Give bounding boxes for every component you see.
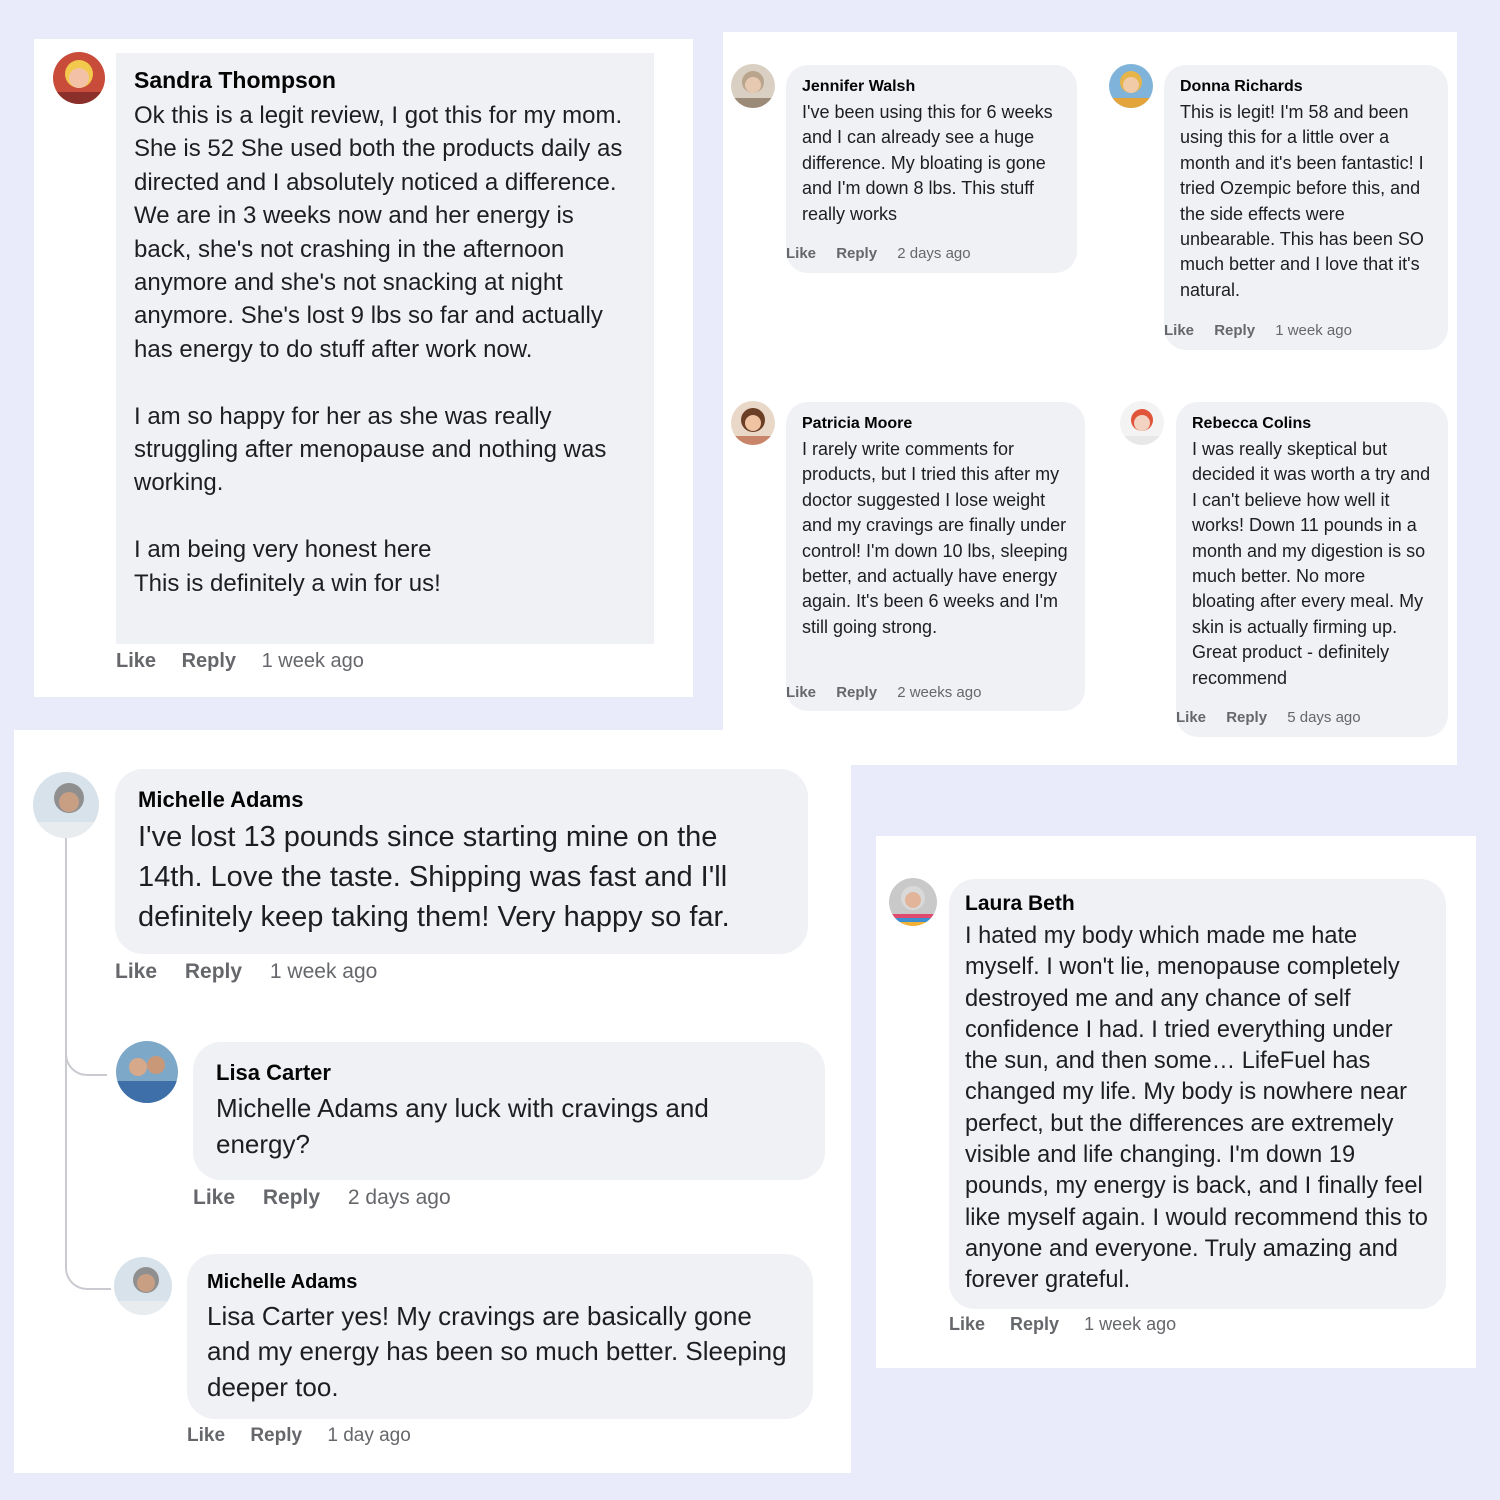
like-button[interactable]: Like	[949, 1314, 985, 1335]
like-button[interactable]: Like	[116, 650, 156, 673]
comment-text: Lisa Carter yes! My cravings are basical…	[207, 1301, 787, 1402]
comment-bubble: Laura Beth I hated my body which made me…	[949, 879, 1446, 1309]
user-avatar-icon	[1109, 64, 1153, 108]
comment-bubble: Patricia Moore I rarely write comments f…	[786, 402, 1085, 711]
comment-text: I rarely write comments for products, bu…	[802, 439, 1068, 637]
avatar[interactable]	[116, 1041, 178, 1103]
comment-bubble: Lisa Carter Michelle Adams any luck with…	[193, 1042, 825, 1180]
comment-author[interactable]: Donna Richards	[1180, 77, 1432, 97]
comment-text: I've lost 13 pounds since starting mine …	[138, 821, 730, 933]
comment-actions: Like Reply 5 days ago	[1176, 709, 1361, 726]
comment-timestamp: 1 week ago	[261, 650, 364, 672]
reply-button[interactable]: Reply	[182, 650, 236, 673]
comment-timestamp: 1 day ago	[327, 1425, 411, 1446]
reply-thread-connector	[65, 834, 67, 1074]
comment-timestamp: 2 weeks ago	[897, 684, 982, 701]
comment-timestamp: 1 week ago	[1084, 1314, 1177, 1334]
like-button[interactable]: Like	[193, 1186, 235, 1210]
comment-text: Michelle Adams any luck with cravings an…	[216, 1093, 709, 1159]
reply-button[interactable]: Reply	[250, 1425, 302, 1447]
comment-actions: Like Reply 1 week ago	[115, 960, 377, 984]
user-avatar-icon	[731, 401, 775, 445]
comment-author[interactable]: Laura Beth	[965, 892, 1430, 916]
comment-author[interactable]: Michelle Adams	[138, 786, 785, 814]
user-avatar-icon	[1120, 401, 1164, 445]
comment-timestamp: 2 days ago	[897, 245, 971, 262]
like-button[interactable]: Like	[187, 1425, 225, 1447]
user-avatar-icon	[116, 1041, 178, 1103]
like-button[interactable]: Like	[786, 245, 816, 262]
like-button[interactable]: Like	[786, 684, 816, 701]
avatar[interactable]	[1109, 64, 1153, 108]
reply-button[interactable]: Reply	[1214, 322, 1255, 339]
reply-thread-connector	[65, 1046, 107, 1076]
comment-timestamp: 1 week ago	[269, 960, 378, 983]
comment-actions: Like Reply 1 day ago	[187, 1425, 411, 1447]
comment-bubble: Michelle Adams I've lost 13 pounds since…	[115, 769, 808, 954]
review-card-thread: Michelle Adams I've lost 13 pounds since…	[14, 730, 851, 1473]
comment-actions: Like Reply 2 days ago	[193, 1186, 451, 1210]
reply-thread-connector	[65, 1074, 111, 1290]
comment-timestamp: 5 days ago	[1287, 709, 1361, 726]
avatar[interactable]	[53, 52, 105, 104]
comment-text: I was really skeptical but decided it wa…	[1192, 439, 1431, 688]
user-avatar-icon	[731, 64, 775, 108]
review-card-grid: Jennifer Walsh I've been using this for …	[723, 32, 1457, 765]
like-button[interactable]: Like	[115, 960, 157, 984]
comment-bubble: Rebecca Colins I was really skeptical bu…	[1176, 402, 1448, 737]
user-avatar-icon	[889, 878, 937, 926]
comment-author[interactable]: Jennifer Walsh	[802, 77, 1061, 97]
user-avatar-icon	[53, 52, 105, 104]
comment-actions: Like Reply 1 week ago	[949, 1314, 1176, 1335]
reply-button[interactable]: Reply	[1226, 709, 1267, 726]
comment-actions: Like Reply 1 week ago	[116, 650, 364, 673]
comment-author[interactable]: Michelle Adams	[207, 1269, 793, 1295]
avatar[interactable]	[731, 401, 775, 445]
comment-bubble: Sandra Thompson Ok this is a legit revie…	[116, 53, 654, 644]
comment-author[interactable]: Patricia Moore	[802, 414, 1069, 434]
comment-timestamp: 2 days ago	[347, 1186, 451, 1209]
avatar[interactable]	[1120, 401, 1164, 445]
comment-text: I've been using this for 6 weeks and I c…	[802, 102, 1053, 224]
comment-actions: Like Reply 2 days ago	[786, 245, 971, 262]
comment-actions: Like Reply 1 week ago	[1164, 322, 1352, 339]
reply-button[interactable]: Reply	[263, 1186, 320, 1210]
reply-button[interactable]: Reply	[185, 960, 242, 984]
comment-text: This is legit! I'm 58 and been using thi…	[1180, 102, 1424, 300]
comment-timestamp: 1 week ago	[1275, 322, 1352, 339]
comment-bubble: Donna Richards This is legit! I'm 58 and…	[1164, 65, 1448, 350]
review-card-laura: Laura Beth I hated my body which made me…	[876, 836, 1476, 1368]
reply-button[interactable]: Reply	[836, 245, 877, 262]
comment-author[interactable]: Rebecca Colins	[1192, 414, 1432, 434]
comment-author[interactable]: Lisa Carter	[216, 1059, 802, 1087]
avatar[interactable]	[889, 878, 937, 926]
comment-author[interactable]: Sandra Thompson	[134, 67, 636, 93]
avatar[interactable]	[33, 772, 99, 838]
review-card-sandra: Sandra Thompson Ok this is a legit revie…	[34, 39, 693, 697]
user-avatar-icon	[114, 1257, 172, 1315]
like-button[interactable]: Like	[1164, 322, 1194, 339]
like-button[interactable]: Like	[1176, 709, 1206, 726]
comment-bubble: Michelle Adams Lisa Carter yes! My cravi…	[187, 1254, 813, 1419]
user-avatar-icon	[33, 772, 99, 838]
reply-button[interactable]: Reply	[836, 684, 877, 701]
comment-bubble: Jennifer Walsh I've been using this for …	[786, 65, 1077, 273]
comment-actions: Like Reply 2 weeks ago	[786, 684, 981, 701]
reply-button[interactable]: Reply	[1010, 1314, 1059, 1335]
avatar[interactable]	[731, 64, 775, 108]
comment-text: I hated my body which made me hate mysel…	[965, 923, 1428, 1294]
comment-text: Ok this is a legit review, I got this fo…	[134, 102, 623, 597]
avatar[interactable]	[114, 1257, 172, 1315]
